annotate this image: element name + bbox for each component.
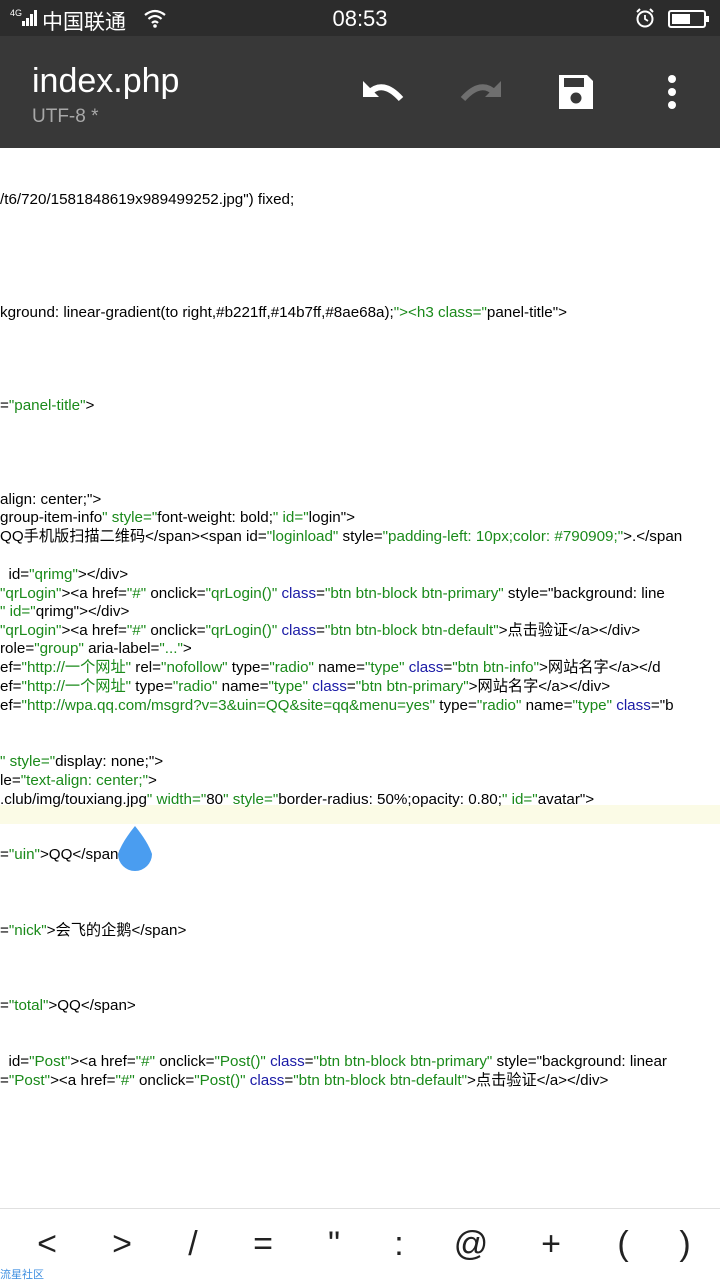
symbol-key-equals[interactable]: = (238, 1225, 288, 1264)
code-line[interactable]: ="uin">QQ</span> (0, 846, 127, 864)
battery-icon (668, 10, 709, 28)
symbol-key-slash[interactable]: / (168, 1225, 218, 1264)
save-button[interactable] (552, 72, 600, 112)
clock: 08:53 (332, 6, 388, 31)
code-line[interactable]: QQ手机版扫描二维码</span><span id="loginload" st… (0, 528, 682, 546)
symbol-key-less-than[interactable]: < (22, 1225, 72, 1264)
code-line[interactable]: " style="display: none;"> (0, 753, 163, 771)
status-bar: 4G 中国联通 08:53 (0, 0, 720, 36)
symbol-key-quote[interactable]: " (309, 1225, 359, 1264)
code-line[interactable]: id="Post"><a href="#" onclick="Post()" c… (0, 1053, 667, 1071)
code-line[interactable]: id="qrimg"></div> (0, 566, 128, 584)
code-line[interactable]: "qrLogin"><a href="#" onclick="qrLogin()… (0, 585, 665, 603)
symbol-key-colon[interactable]: : (374, 1225, 424, 1264)
code-line[interactable]: .club/img/touxiang.jpg" width="80" style… (0, 791, 594, 809)
code-line[interactable]: ="Post"><a href="#" onclick="Post()" cla… (0, 1072, 608, 1090)
code-line[interactable]: ="panel-title"> (0, 397, 94, 415)
code-line[interactable]: "qrLogin"><a href="#" onclick="qrLogin()… (0, 622, 640, 640)
code-line[interactable]: ef="http://一个网址" type="radio" name="type… (0, 678, 610, 696)
alarm-icon (636, 8, 654, 28)
code-line[interactable]: align: center;"> (0, 491, 101, 509)
symbol-key-close-paren[interactable]: ) (660, 1225, 710, 1264)
code-line[interactable]: ="nick">会飞的企鹅</span> (0, 922, 186, 940)
code-line[interactable]: ef="http://一个网址" rel="nofollow" type="ra… (0, 659, 661, 677)
save-icon (559, 75, 593, 109)
code-line[interactable]: " id="qrimg"></div> (0, 603, 129, 621)
text-cursor-handle-icon[interactable] (114, 824, 156, 876)
code-line[interactable]: ="total">QQ</span> (0, 997, 136, 1015)
file-encoding: UTF-8 * (32, 106, 99, 127)
symbol-key-greater-than[interactable]: > (97, 1225, 147, 1264)
code-editor[interactable]: /t6/720/1581848619x989499252.jpg") fixed… (0, 148, 720, 1208)
symbol-key-plus[interactable]: + (526, 1225, 576, 1264)
symbol-key-at[interactable]: @ (446, 1225, 496, 1264)
code-line[interactable]: group-item-info" style="font-weight: bol… (0, 509, 355, 527)
undo-button[interactable] (360, 72, 408, 112)
code-line[interactable]: ef="http://wpa.qq.com/msgrd?v=3&uin=QQ&s… (0, 697, 674, 715)
redo-icon (460, 81, 501, 102)
symbol-key-open-paren[interactable]: ( (598, 1225, 648, 1264)
code-line[interactable]: /t6/720/1581848619x989499252.jpg") fixed… (0, 191, 294, 209)
more-options-button[interactable] (648, 72, 696, 112)
symbol-bar: < > / = ": @ + () (0, 1208, 720, 1281)
file-name: index.php (32, 62, 180, 100)
redo-button[interactable] (456, 72, 504, 112)
more-vert-icon (668, 75, 676, 109)
code-line[interactable]: kground: linear-gradient(to right,#b221f… (0, 304, 567, 322)
editor-toolbar: index.php UTF-8 * (0, 36, 720, 148)
code-line[interactable]: role="group" aria-label="..."> (0, 640, 192, 658)
code-line[interactable]: le="text-align: center;"> (0, 772, 157, 790)
undo-icon (363, 81, 404, 102)
